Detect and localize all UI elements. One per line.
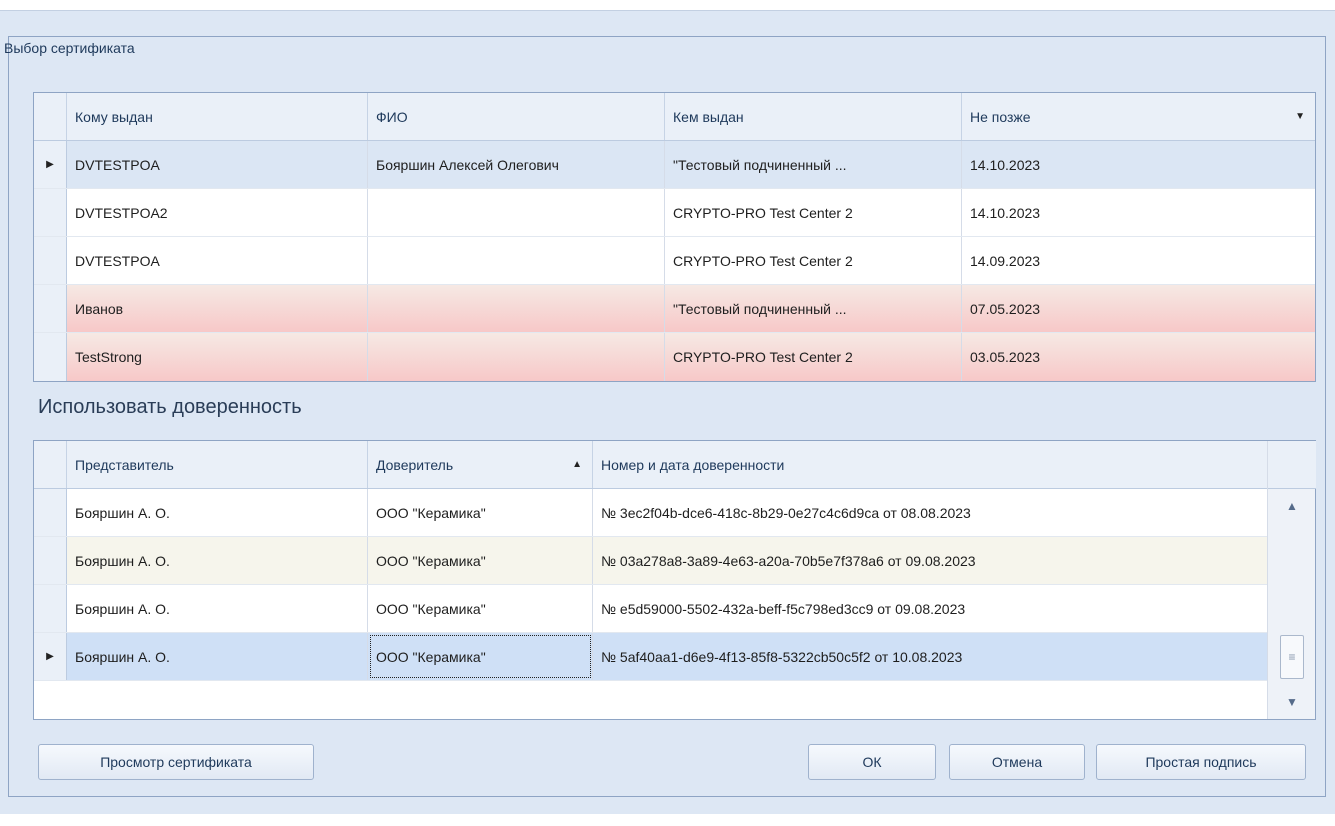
column-header-not-after[interactable]: Не позже ▼	[962, 93, 1315, 140]
cell-representative[interactable]: Бояршин А. О.	[67, 537, 368, 584]
cell-poa-number[interactable]: № 5af40aa1-d6e9-4f13-85f8-5322cb50c5f2 о…	[593, 633, 1268, 680]
column-header-issuer[interactable]: Кем выдан	[665, 93, 962, 140]
scroll-down-icon[interactable]: ▼	[1268, 687, 1316, 717]
cell-principal[interactable]: ООО "Керамика"	[368, 489, 593, 536]
poa-grid-scrollbar[interactable]: ▲ ≡ ▼	[1267, 441, 1316, 719]
column-header-principal-label: Доверитель	[376, 456, 454, 473]
row-indicator	[34, 537, 67, 584]
table-row[interactable]: DVTESTPOA CRYPTO-PRO Test Center 2 14.09…	[34, 237, 1315, 285]
cell-issued-to[interactable]: Иванов	[67, 285, 368, 332]
certificate-grid-header: Кому выдан ФИО Кем выдан Не позже ▼	[34, 93, 1315, 141]
table-row[interactable]: Бояршин А. О. ООО "Керамика" № 03a278a8-…	[34, 537, 1268, 585]
column-header-fio[interactable]: ФИО	[368, 93, 665, 140]
row-indicator: ▶	[34, 633, 67, 680]
certificate-grid: Кому выдан ФИО Кем выдан Не позже ▼ ▶ DV…	[33, 92, 1316, 382]
table-row[interactable]: Бояршин А. О. ООО "Керамика" № 3ec2f04b-…	[34, 489, 1268, 537]
table-row[interactable]: Бояршин А. О. ООО "Керамика" № e5d59000-…	[34, 585, 1268, 633]
cell-issuer[interactable]: "Тестовый подчиненный ...	[665, 285, 962, 332]
sort-ascending-icon: ▲	[572, 459, 582, 470]
cell-issuer[interactable]: CRYPTO-PRO Test Center 2	[665, 237, 962, 284]
cell-issued-to[interactable]: DVTESTPOA	[67, 237, 368, 284]
row-indicator	[34, 285, 67, 332]
cell-not-after[interactable]: 14.10.2023	[962, 141, 1315, 188]
cell-issuer[interactable]: CRYPTO-PRO Test Center 2	[665, 189, 962, 236]
column-header-not-after-label: Не позже	[970, 108, 1031, 125]
poa-section-title: Использовать доверенность	[38, 396, 302, 418]
row-indicator	[34, 585, 67, 632]
current-row-icon: ▶	[46, 159, 54, 170]
cancel-button[interactable]: Отмена	[949, 744, 1085, 780]
grip-icon: ≡	[1288, 650, 1296, 664]
cell-issuer[interactable]: "Тестовый подчиненный ...	[665, 141, 962, 188]
scrollbar-thumb[interactable]: ≡	[1280, 635, 1304, 679]
cell-not-after[interactable]: 03.05.2023	[962, 333, 1315, 381]
cell-fio[interactable]	[368, 333, 665, 381]
cell-issued-to[interactable]: DVTESTPOA2	[67, 189, 368, 236]
cell-poa-number[interactable]: № 3ec2f04b-dce6-418c-8b29-0e27c4c6d9ca о…	[593, 489, 1268, 536]
simple-signature-button[interactable]: Простая подпись	[1096, 744, 1306, 780]
cell-not-after[interactable]: 07.05.2023	[962, 285, 1315, 332]
row-indicator	[34, 333, 67, 381]
row-indicator	[34, 189, 67, 236]
cell-not-after[interactable]: 14.10.2023	[962, 189, 1315, 236]
cell-not-after[interactable]: 14.09.2023	[962, 237, 1315, 284]
cell-principal[interactable]: ООО "Керамика"	[368, 537, 593, 584]
cell-poa-number[interactable]: № 03a278a8-3a89-4e63-a20a-70b5e7f378a6 о…	[593, 537, 1268, 584]
cell-poa-number[interactable]: № e5d59000-5502-432a-beff-f5c798ed3cc9 о…	[593, 585, 1268, 632]
table-row-expired[interactable]: Иванов "Тестовый подчиненный ... 07.05.2…	[34, 285, 1315, 333]
column-header-poa-number[interactable]: Номер и дата доверенности	[593, 441, 1268, 488]
scroll-up-icon[interactable]: ▲	[1268, 491, 1316, 521]
poa-grid-header: Представитель Доверитель ▲ Номер и дата …	[34, 441, 1268, 489]
cell-fio[interactable]	[368, 189, 665, 236]
cell-representative[interactable]: Бояршин А. О.	[67, 585, 368, 632]
column-header-issued-to[interactable]: Кому выдан	[67, 93, 368, 140]
top-strip	[0, 0, 1335, 10]
table-row[interactable]: DVTESTPOA2 CRYPTO-PRO Test Center 2 14.1…	[34, 189, 1315, 237]
row-indicator: ▶	[34, 141, 67, 188]
table-row-selected[interactable]: ▶ Бояршин А. О. ООО "Керамика" № 5af40aa…	[34, 633, 1268, 681]
cell-representative[interactable]: Бояршин А. О.	[67, 489, 368, 536]
column-header-principal[interactable]: Доверитель ▲	[368, 441, 593, 488]
scrollbar-header-corner	[1268, 441, 1316, 489]
row-indicator-header	[34, 441, 67, 488]
current-row-icon: ▶	[46, 651, 54, 662]
bottom-strip	[0, 814, 1335, 826]
cell-fio[interactable]: Бояршин Алексей Олегович	[368, 141, 665, 188]
cell-principal-focused[interactable]: ООО "Керамика"	[368, 633, 593, 680]
dialog-caption: Выбор сертификата	[4, 40, 135, 56]
cell-representative[interactable]: Бояршин А. О.	[67, 633, 368, 680]
cell-issued-to[interactable]: TestStrong	[67, 333, 368, 381]
view-certificate-button[interactable]: Просмотр сертификата	[38, 744, 314, 780]
table-row[interactable]: ▶ DVTESTPOA Бояршин Алексей Олегович "Те…	[34, 141, 1315, 189]
column-header-representative[interactable]: Представитель	[67, 441, 368, 488]
cell-issued-to[interactable]: DVTESTPOA	[67, 141, 368, 188]
row-indicator	[34, 489, 67, 536]
sort-descending-icon: ▼	[1295, 111, 1305, 122]
cell-issuer[interactable]: CRYPTO-PRO Test Center 2	[665, 333, 962, 381]
cell-fio[interactable]	[368, 237, 665, 284]
cell-fio[interactable]	[368, 285, 665, 332]
cell-principal[interactable]: ООО "Керамика"	[368, 585, 593, 632]
row-indicator-header	[34, 93, 67, 140]
power-of-attorney-grid: Представитель Доверитель ▲ Номер и дата …	[33, 440, 1316, 720]
ok-button[interactable]: ОК	[808, 744, 936, 780]
table-row-expired[interactable]: TestStrong CRYPTO-PRO Test Center 2 03.0…	[34, 333, 1315, 381]
row-indicator	[34, 237, 67, 284]
